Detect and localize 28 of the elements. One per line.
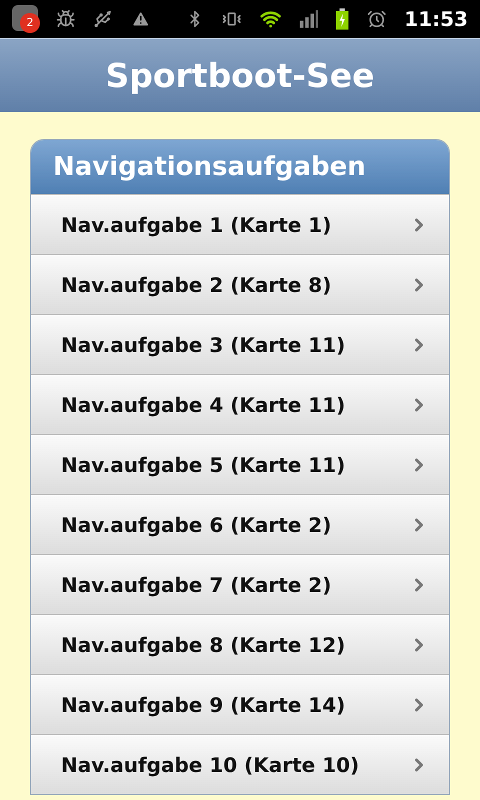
item-label: Nav.aufgabe 3 (Karte 11) (61, 332, 346, 358)
list-item[interactable]: Nav.aufgabe 6 (Karte 2) (31, 494, 449, 554)
list-item[interactable]: Nav.aufgabe 4 (Karte 11) (31, 374, 449, 434)
item-label: Nav.aufgabe 6 (Karte 2) (61, 512, 332, 538)
item-label: Nav.aufgabe 4 (Karte 11) (61, 392, 346, 418)
list-item[interactable]: Nav.aufgabe 2 (Karte 8) (31, 254, 449, 314)
signal-icon (298, 9, 318, 29)
item-label: Nav.aufgabe 7 (Karte 2) (61, 572, 332, 598)
list-item[interactable]: Nav.aufgabe 9 (Karte 14) (31, 674, 449, 734)
list-item[interactable]: Nav.aufgabe 3 (Karte 11) (31, 314, 449, 374)
app-title: Sportboot-See (105, 54, 375, 97)
notification-badge: 2 (20, 13, 40, 33)
list-item[interactable]: Nav.aufgabe 5 (Karte 11) (31, 434, 449, 494)
usb-icon (93, 8, 113, 30)
item-label: Nav.aufgabe 10 (Karte 10) (61, 752, 360, 778)
item-label: Nav.aufgabe 8 (Karte 12) (61, 632, 346, 658)
clock-time: 11:53 (404, 6, 468, 33)
alarm-icon (366, 8, 386, 30)
list-title: Navigationsaufgaben (53, 150, 366, 184)
item-label: Nav.aufgabe 1 (Karte 1) (61, 212, 332, 238)
list-item[interactable]: Nav.aufgabe 8 (Karte 12) (31, 614, 449, 674)
item-label: Nav.aufgabe 5 (Karte 11) (61, 452, 346, 478)
list-item[interactable]: Nav.aufgabe 1 (Karte 1) (31, 194, 449, 254)
item-label: Nav.aufgabe 2 (Karte 8) (61, 272, 332, 298)
list-item[interactable]: Nav.aufgabe 10 (Karte 10) (31, 734, 449, 794)
item-label: Nav.aufgabe 9 (Karte 14) (61, 692, 346, 718)
battery-icon (336, 7, 349, 31)
list-item[interactable]: Nav.aufgabe 7 (Karte 2) (31, 554, 449, 614)
